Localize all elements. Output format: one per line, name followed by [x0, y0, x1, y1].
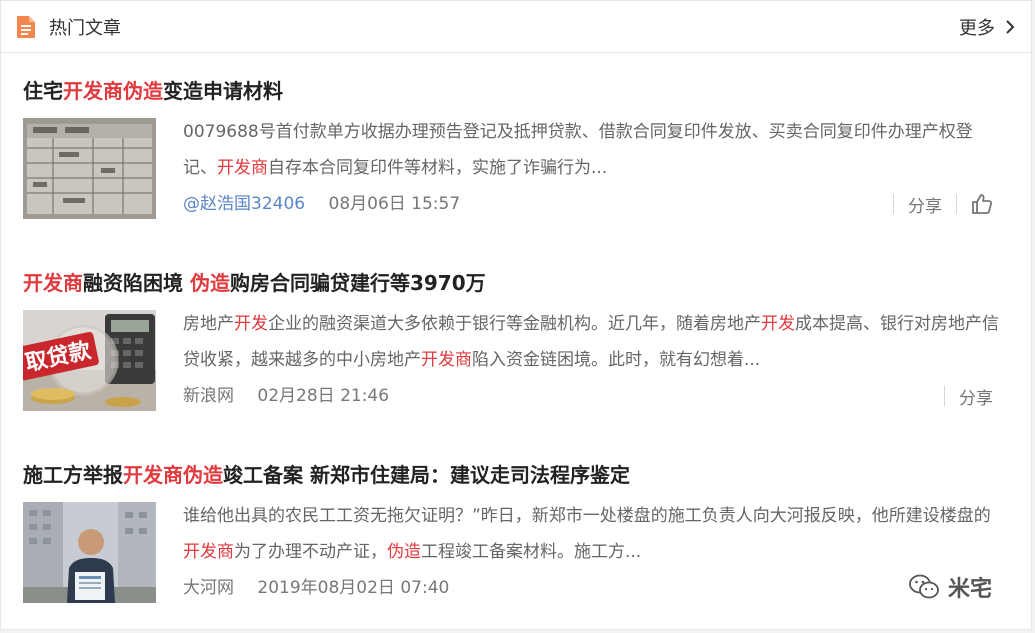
chevron-right-icon: [1003, 19, 1017, 35]
watermark-text: 米宅: [948, 577, 993, 602]
text-segment: 融资陷困境: [83, 271, 190, 295]
highlighted-keyword: 开发: [761, 314, 795, 334]
article-source: 大河网: [183, 578, 234, 598]
article-thumbnail[interactable]: [23, 502, 156, 603]
section-title: 热门文章: [49, 17, 121, 39]
text-segment: 自存本合同复印件等材料，实施了诈骗行为...: [268, 158, 608, 178]
more-link[interactable]: 更多: [959, 14, 1017, 40]
article-actions: 分享: [879, 192, 993, 217]
text-segment: 企业的融资渠道大多依赖于银行等金融机构。近几年，随着房地产: [268, 314, 761, 334]
text-segment: 陷入资金链困境。此时，就有幻想着...: [472, 350, 761, 370]
highlighted-keyword: 开发: [234, 314, 268, 334]
divider: [956, 194, 957, 214]
divider: [893, 194, 894, 214]
share-button[interactable]: 分享: [908, 192, 942, 217]
article-item[interactable]: 住宅开发商伪造变造申请材料 0079688号首付款单方收据办理预告登记及抵押贷款…: [23, 76, 1013, 219]
text-segment: 竣工备案 新郑市住建局：建议走司法程序鉴定: [223, 463, 630, 487]
article-time: 02月28日 21:46: [257, 386, 390, 406]
thumbs-up-icon[interactable]: [971, 193, 993, 215]
article-item[interactable]: 开发商融资陷困境 伪造购房合同骗贷建行等3970万 取贷款 房地产开发企业的融资…: [23, 268, 1013, 411]
article-thumbnail[interactable]: 取贷款: [23, 310, 156, 411]
highlighted-keyword: 伪造: [387, 542, 421, 562]
text-segment: 为了办理不动产证，: [234, 542, 387, 562]
article-meta: @赵浩国32406 08月06日 15:57: [183, 192, 460, 216]
article-summary: 0079688号首付款单方收据办理预告登记及抵押贷款、借款合同复印件发放、买卖合…: [183, 114, 1003, 186]
more-label: 更多: [959, 17, 995, 39]
article-meta: 新浪网 02月28日 21:46: [183, 384, 389, 408]
text-segment: 购房合同骗贷建行等3970万: [229, 271, 486, 295]
text-segment: 住宅: [23, 79, 63, 103]
article-author[interactable]: @赵浩国32406: [183, 194, 305, 214]
article-title[interactable]: 开发商融资陷困境 伪造购房合同骗贷建行等3970万: [23, 268, 1013, 298]
wechat-icon: [908, 573, 940, 601]
card-header: 热门文章 更多: [1, 1, 1031, 53]
highlighted-keyword: 开发商: [23, 271, 83, 295]
article-summary: 房地产开发企业的融资渠道大多依赖于银行等金融机构。近几年，随着房地产开发成本提高…: [183, 306, 1003, 378]
divider: [944, 386, 945, 406]
article-time: 08月06日 15:57: [328, 194, 461, 214]
document-icon: [15, 15, 37, 39]
article-actions: 分享: [930, 384, 993, 409]
share-button[interactable]: 分享: [959, 384, 993, 409]
highlighted-keyword: 开发商伪造: [63, 79, 163, 103]
article-title[interactable]: 住宅开发商伪造变造申请材料: [23, 76, 1013, 106]
text-segment: 谁给他出具的农民工工资无拖欠证明？”昨日，新郑市一处楼盘的施工负责人向大河报反映…: [183, 506, 991, 526]
highlighted-keyword: 伪造: [189, 271, 230, 295]
article-thumbnail[interactable]: [23, 118, 156, 219]
text-segment: 房地产: [183, 314, 234, 334]
highlighted-keyword: 开发商: [183, 542, 234, 562]
text-segment: 变造申请材料: [163, 79, 283, 103]
article-item[interactable]: 施工方举报开发商伪造竣工备案 新郑市住建局：建议走司法程序鉴定 谁给他出具的农民…: [23, 460, 1013, 603]
article-source: 新浪网: [183, 386, 234, 406]
highlighted-keyword: 开发商: [421, 350, 472, 370]
text-segment: 工程竣工备案材料。施工方...: [421, 542, 642, 562]
article-meta: 大河网 2019年08月02日 07:40: [183, 576, 449, 600]
highlighted-keyword: 开发商: [217, 158, 268, 178]
watermark: 米宅: [908, 571, 992, 603]
article-time: 2019年08月02日 07:40: [257, 578, 450, 598]
text-segment: 施工方举报: [23, 463, 123, 487]
highlighted-keyword: 开发商伪造: [123, 463, 223, 487]
hot-articles-card: 热门文章 更多 住宅开发商伪造变造申请材料 0079688号首付款单方收据办理预…: [0, 0, 1032, 630]
article-summary: 谁给他出具的农民工工资无拖欠证明？”昨日，新郑市一处楼盘的施工负责人向大河报反映…: [183, 498, 1003, 570]
article-title[interactable]: 施工方举报开发商伪造竣工备案 新郑市住建局：建议走司法程序鉴定: [23, 460, 1013, 490]
